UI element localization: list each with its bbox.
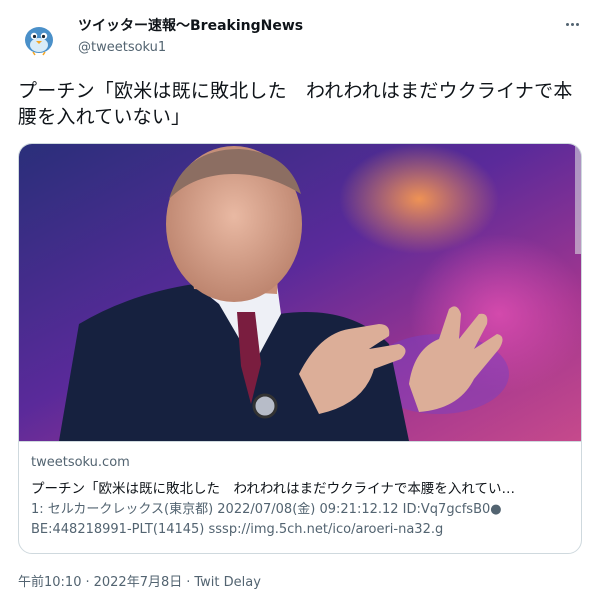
card-description: 1: セルカークレックス(東京都) 2022/07/08(金) 09:21:12…: [31, 502, 502, 537]
card-body[interactable]: tweetsoku.com プーチン「欧米は既に敗北した われわれはまだウクライ…: [19, 441, 581, 537]
bird-avatar-icon: [25, 27, 53, 56]
author-display-name[interactable]: ツイッター速報〜BreakingNews: [78, 17, 303, 35]
card-domain[interactable]: tweetsoku.com: [31, 455, 130, 470]
card-title[interactable]: プーチン「欧米は既に敗北した われわれはまだウクライナで本腰を入れてい…: [31, 477, 571, 497]
avatar[interactable]: [18, 16, 60, 58]
separator: ·: [85, 575, 90, 590]
tweet-timestamp: 午前10:10 · 2022年7月8日 · Twit Delay: [18, 571, 261, 590]
author-handle[interactable]: @tweetsoku1: [78, 39, 303, 57]
tweet-date[interactable]: 2022年7月8日: [94, 575, 183, 590]
author-info[interactable]: ツイッター速報〜BreakingNews @tweetsoku1: [78, 17, 303, 57]
news-photo: [19, 144, 581, 441]
tweet-text: プーチン「欧米は既に敗北した われわれはまだウクライナで本腰を入れていない」: [18, 80, 573, 128]
tweet-time[interactable]: 午前10:10: [18, 575, 81, 590]
separator: ·: [186, 575, 191, 590]
link-preview-card[interactable]: tweetsoku.com プーチン「欧米は既に敗北した われわれはまだウクライ…: [18, 143, 582, 554]
more-options-icon[interactable]: [562, 14, 582, 34]
card-image[interactable]: [19, 144, 581, 441]
tweet-source[interactable]: Twit Delay: [194, 575, 261, 590]
tweet-card: ツイッター速報〜BreakingNews @tweetsoku1 プーチン「欧米…: [0, 0, 598, 606]
